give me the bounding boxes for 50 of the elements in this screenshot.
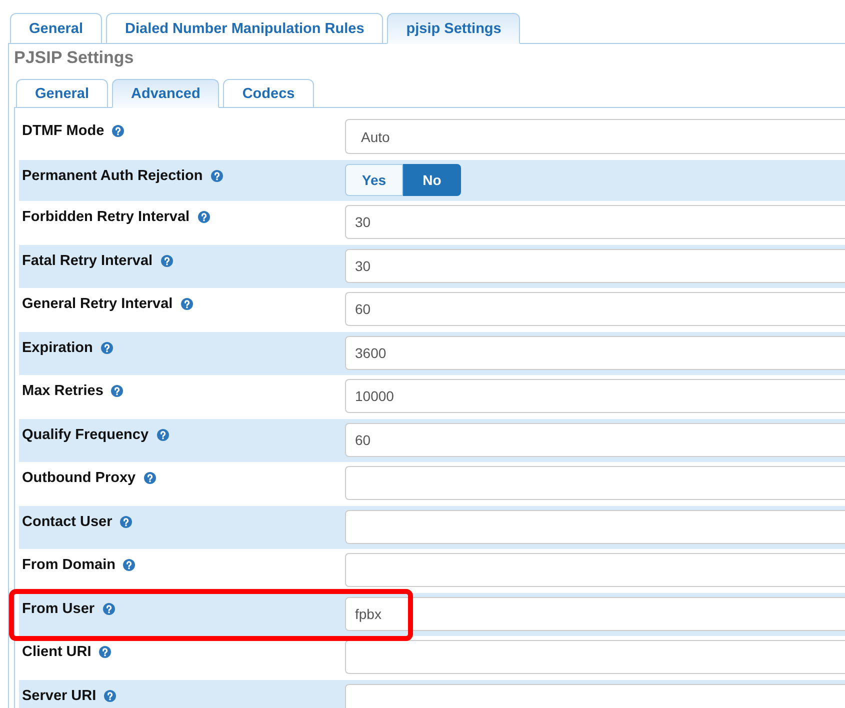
toggle-option[interactable]: Yes bbox=[345, 164, 403, 196]
field-label: Client URI bbox=[22, 643, 92, 661]
text-input[interactable]: fpbx bbox=[345, 596, 845, 630]
tab[interactable]: General bbox=[16, 79, 108, 108]
field-label: Qualify Frequency bbox=[22, 426, 149, 444]
text-input[interactable] bbox=[345, 684, 845, 708]
text-input[interactable]: 60 bbox=[345, 422, 845, 456]
field-label: Permanent Auth Rejection bbox=[22, 166, 203, 184]
field-label: Max Retries bbox=[22, 382, 104, 400]
help-icon[interactable] bbox=[144, 472, 156, 484]
field-label: From User bbox=[22, 600, 95, 618]
field-label: DTMF Mode bbox=[22, 122, 104, 140]
tab[interactable]: pjsip Settings bbox=[387, 13, 520, 44]
help-icon[interactable] bbox=[112, 125, 124, 137]
help-icon[interactable] bbox=[102, 602, 115, 614]
field-label: Contact User bbox=[22, 512, 112, 530]
tab[interactable]: Codecs bbox=[223, 79, 314, 108]
text-input[interactable] bbox=[345, 640, 845, 674]
tab[interactable]: General bbox=[10, 13, 102, 44]
field-label: Forbidden Retry Interval bbox=[22, 208, 190, 226]
field-label: General Retry Interval bbox=[22, 295, 173, 313]
field-label: Fatal Retry Interval bbox=[22, 252, 153, 270]
help-icon[interactable] bbox=[160, 254, 173, 266]
text-input[interactable] bbox=[345, 466, 845, 500]
text-input[interactable] bbox=[345, 510, 845, 544]
help-icon[interactable] bbox=[156, 428, 169, 440]
text-input[interactable] bbox=[345, 553, 845, 587]
help-icon[interactable] bbox=[100, 342, 113, 354]
help-icon[interactable] bbox=[111, 385, 124, 397]
text-input[interactable]: 30 bbox=[345, 248, 845, 282]
text-input[interactable]: 10000 bbox=[345, 379, 845, 413]
help-icon[interactable] bbox=[210, 170, 223, 182]
help-icon[interactable] bbox=[198, 211, 210, 223]
section-title: PJSIP Settings bbox=[14, 47, 135, 69]
toggle-option[interactable]: No bbox=[403, 164, 461, 196]
help-icon[interactable] bbox=[123, 559, 136, 571]
field-label: Outbound Proxy bbox=[22, 469, 136, 487]
help-icon[interactable] bbox=[180, 298, 193, 310]
select-field[interactable]: Auto bbox=[345, 119, 845, 154]
tab[interactable]: Dialed Number Manipulation Rules bbox=[106, 13, 384, 44]
field-label: Server URI bbox=[22, 686, 96, 704]
text-input[interactable]: 60 bbox=[345, 292, 845, 326]
tab[interactable]: Advanced bbox=[112, 79, 220, 108]
help-icon[interactable] bbox=[99, 646, 112, 658]
help-icon[interactable] bbox=[120, 516, 132, 528]
field-label: From Domain bbox=[22, 556, 116, 574]
help-icon[interactable] bbox=[104, 690, 116, 702]
text-input[interactable]: 3600 bbox=[345, 336, 845, 370]
text-input[interactable]: 30 bbox=[345, 205, 845, 239]
field-label: Expiration bbox=[22, 338, 93, 356]
